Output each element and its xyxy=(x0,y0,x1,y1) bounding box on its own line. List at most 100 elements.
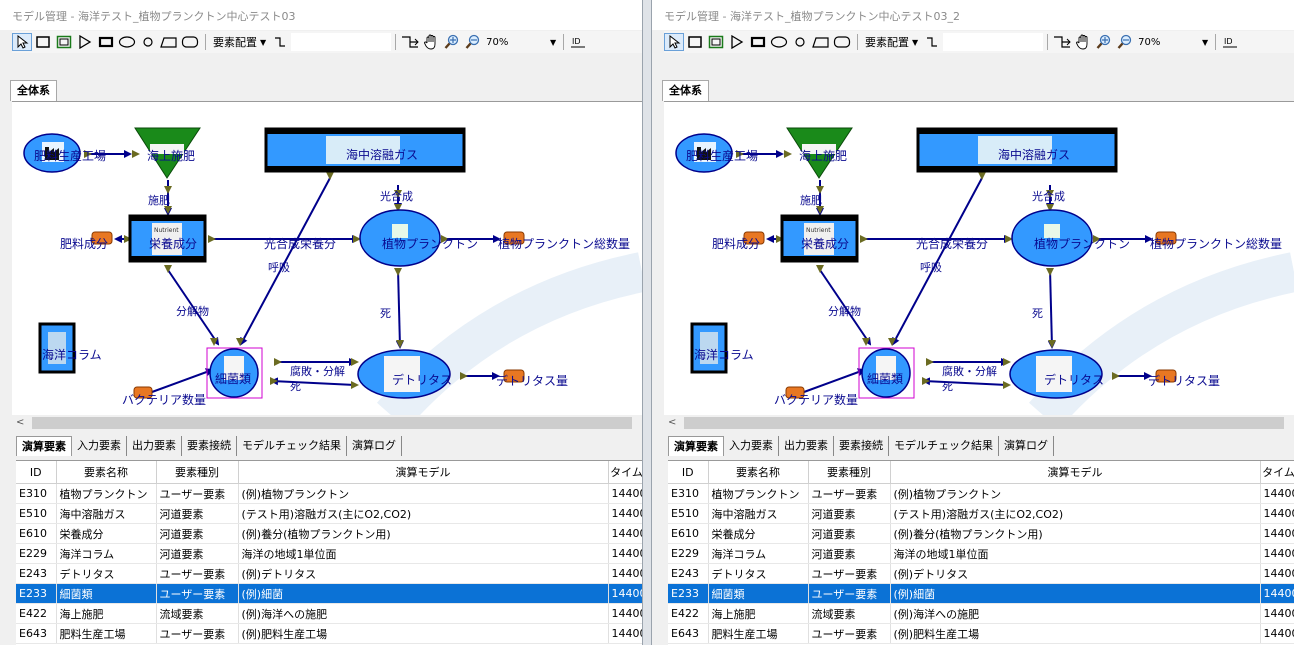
label-detritus-amount: デトリタス量 xyxy=(1148,373,1220,388)
bottom-tab[interactable]: 出力要素 xyxy=(127,436,182,456)
tab-overall-system[interactable]: 全体系 xyxy=(662,80,709,101)
ellipse-icon[interactable] xyxy=(117,33,137,51)
column-header[interactable]: 要素種別 xyxy=(808,461,891,484)
bottom-tab[interactable]: モデルチェック結果 xyxy=(889,436,999,456)
parallelogram-icon[interactable] xyxy=(159,33,179,51)
table-row[interactable]: E643肥料生産工場ユーザー要素(例)肥料生産工場14400 xyxy=(16,623,642,644)
horizontal-scrollbar[interactable]: < xyxy=(664,415,1294,431)
table-cell: 肥料生産工場 xyxy=(56,623,157,644)
table-row[interactable]: E310植物プランクトンユーザー要素(例)植物プランクトン14400 xyxy=(16,483,642,504)
table-row[interactable]: E229海洋コラム河道要素海洋の地域1単位面14400 xyxy=(16,543,642,564)
zoom-out-icon[interactable] xyxy=(463,33,483,51)
bottom-tab[interactable]: 演算要素 xyxy=(668,436,724,456)
table-row[interactable]: E510海中溶融ガス河道要素(テスト用)溶融ガス(主にO2,CO2)14400 xyxy=(668,503,1294,524)
bottom-tab[interactable]: 要素接続 xyxy=(834,436,889,456)
dropdown-arrow-icon: ▼ xyxy=(550,37,557,47)
column-header[interactable]: ID xyxy=(668,461,709,484)
auto-layout-icon[interactable] xyxy=(1052,33,1072,51)
zoom-select[interactable]: 70% ▼ xyxy=(484,33,558,51)
rounded-rectangle-icon[interactable] xyxy=(832,33,852,51)
bottom-tab[interactable]: 入力要素 xyxy=(724,436,779,456)
zoom-out-icon[interactable] xyxy=(1115,33,1135,51)
bottom-tab[interactable]: 演算要素 xyxy=(16,436,72,456)
column-header[interactable]: タイムス xyxy=(1260,461,1294,484)
filled-rectangle-icon[interactable] xyxy=(96,33,116,51)
svg-text:ID: ID xyxy=(572,37,581,46)
column-header[interactable]: タイムス xyxy=(608,461,642,484)
table-row[interactable]: E243デトリタスユーザー要素(例)デトリタス14400 xyxy=(668,563,1294,584)
scrollbar-thumb[interactable] xyxy=(684,417,1284,429)
column-header[interactable]: 演算モデル xyxy=(238,461,609,484)
table-cell: 河道要素 xyxy=(156,523,239,544)
id-icon[interactable]: ID xyxy=(1220,33,1240,51)
tab-overall-system[interactable]: 全体系 xyxy=(10,80,57,101)
bottom-tab[interactable]: 出力要素 xyxy=(779,436,834,456)
circle-icon[interactable] xyxy=(790,33,810,51)
table-cell: (例)植物プランクトン xyxy=(890,483,1261,504)
auto-layout-icon[interactable] xyxy=(400,33,420,51)
table-row[interactable]: E610栄養成分河道要素(例)養分(植物プランクトン用)14400 xyxy=(16,523,642,544)
id-icon[interactable]: ID xyxy=(568,33,588,51)
green-rectangle-icon[interactable] xyxy=(54,33,74,51)
bottom-tabstrip: 演算要素 入力要素 出力要素 要素接続 モデルチェック結果 演算ログ xyxy=(16,436,642,456)
table-row[interactable]: E233細菌類ユーザー要素(例)細菌14400 xyxy=(668,583,1294,604)
layout-dropdown[interactable]: 要素配置 ▼ xyxy=(862,33,921,51)
scrollbar-thumb[interactable] xyxy=(32,417,632,429)
green-rectangle-icon[interactable] xyxy=(706,33,726,51)
ellipse-icon[interactable] xyxy=(769,33,789,51)
table-cell: ユーザー要素 xyxy=(156,483,239,504)
table-row[interactable]: E422海上施肥流域要素(例)海洋への施肥14400 xyxy=(668,603,1294,624)
bottom-tab[interactable]: 要素接続 xyxy=(182,436,237,456)
table-row[interactable]: E229海洋コラム河道要素海洋の地域1単位面14400 xyxy=(668,543,1294,564)
table-cell: 流域要素 xyxy=(808,603,891,624)
filled-rectangle-icon[interactable] xyxy=(748,33,768,51)
bottom-tab[interactable]: モデルチェック結果 xyxy=(237,436,347,456)
table-row[interactable]: E243デトリタスユーザー要素(例)デトリタス14400 xyxy=(16,563,642,584)
hand-icon[interactable] xyxy=(421,33,441,51)
column-header[interactable]: 要素種別 xyxy=(156,461,239,484)
rounded-rectangle-icon[interactable] xyxy=(180,33,200,51)
column-header[interactable]: ID xyxy=(16,461,57,484)
table-row[interactable]: E510海中溶融ガス河道要素(テスト用)溶融ガス(主にO2,CO2)14400 xyxy=(16,503,642,524)
table-cell: 14400 xyxy=(1260,563,1294,584)
table-row[interactable]: E422海上施肥流域要素(例)海洋への施肥14400 xyxy=(16,603,642,624)
table-cell: (テスト用)溶融ガス(主にO2,CO2) xyxy=(890,503,1261,524)
bottom-tab[interactable]: 演算ログ xyxy=(999,436,1054,456)
label-respiration: 呼吸 xyxy=(920,261,942,274)
zoom-select[interactable]: 70% ▼ xyxy=(1136,33,1210,51)
rectangle-icon[interactable] xyxy=(33,33,53,51)
zoom-value: 70% xyxy=(1138,36,1161,48)
zoom-in-icon[interactable] xyxy=(1094,33,1114,51)
column-header[interactable]: 要素名称 xyxy=(708,461,809,484)
scroll-left-icon[interactable]: < xyxy=(668,415,676,431)
column-header[interactable]: 演算モデル xyxy=(890,461,1261,484)
scroll-left-icon[interactable]: < xyxy=(16,415,24,431)
hand-icon[interactable] xyxy=(1073,33,1093,51)
diagram-canvas[interactable]: 肥料生産工場 海上施肥 海中溶融ガス Nutrient 栄養成分 植物プランクト… xyxy=(664,101,1294,416)
circle-icon[interactable] xyxy=(138,33,158,51)
table-row[interactable]: E233細菌類ユーザー要素(例)細菌14400 xyxy=(16,583,642,604)
column-header[interactable]: 要素名称 xyxy=(56,461,157,484)
connector-icon[interactable] xyxy=(270,33,290,51)
window-divider[interactable] xyxy=(642,0,652,645)
zoom-in-icon[interactable] xyxy=(442,33,462,51)
triangle-icon[interactable] xyxy=(727,33,747,51)
table-row[interactable]: E643肥料生産工場ユーザー要素(例)肥料生産工場14400 xyxy=(668,623,1294,644)
table-cell: ユーザー要素 xyxy=(808,563,891,584)
table-row[interactable]: E610栄養成分河道要素(例)養分(植物プランクトン用)14400 xyxy=(668,523,1294,544)
table-row[interactable]: E310植物プランクトンユーザー要素(例)植物プランクトン14400 xyxy=(668,483,1294,504)
pointer-icon[interactable] xyxy=(12,33,32,51)
bottom-tab[interactable]: 演算ログ xyxy=(347,436,402,456)
diagram-canvas[interactable]: 肥料生産工場 海上施肥 海中溶融ガス Nutrient 栄養成分 植物プランクト… xyxy=(12,101,642,416)
horizontal-scrollbar[interactable]: < xyxy=(12,415,642,431)
connector-icon[interactable] xyxy=(922,33,942,51)
bottom-tab[interactable]: 入力要素 xyxy=(72,436,127,456)
label-death: 死 xyxy=(1032,307,1043,320)
table-cell: (例)細菌 xyxy=(890,583,1261,604)
layout-dropdown[interactable]: 要素配置 ▼ xyxy=(210,33,269,51)
rectangle-icon[interactable] xyxy=(685,33,705,51)
parallelogram-icon[interactable] xyxy=(811,33,831,51)
triangle-icon[interactable] xyxy=(75,33,95,51)
label-detritus: デトリタス xyxy=(1044,372,1104,387)
pointer-icon[interactable] xyxy=(664,33,684,51)
